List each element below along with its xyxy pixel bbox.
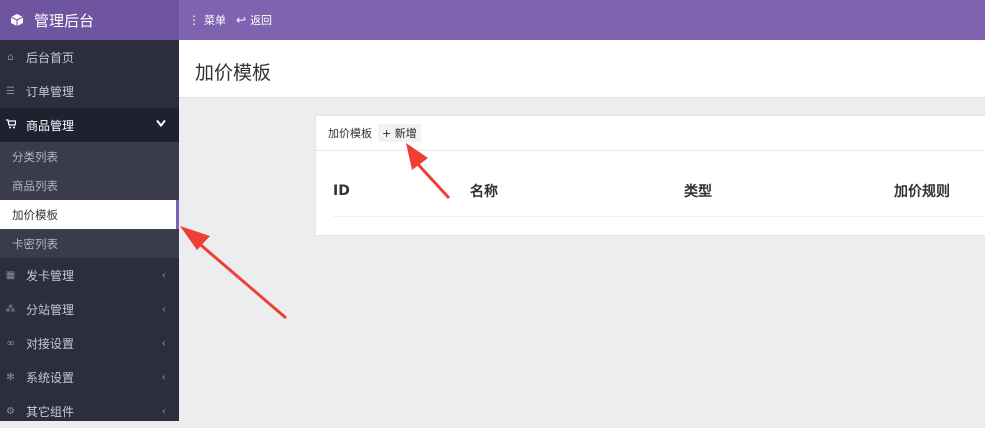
annotation-arrows <box>180 143 451 320</box>
annotation-arrow-sidebar <box>180 226 287 320</box>
annotation-arrow-add <box>406 143 451 200</box>
